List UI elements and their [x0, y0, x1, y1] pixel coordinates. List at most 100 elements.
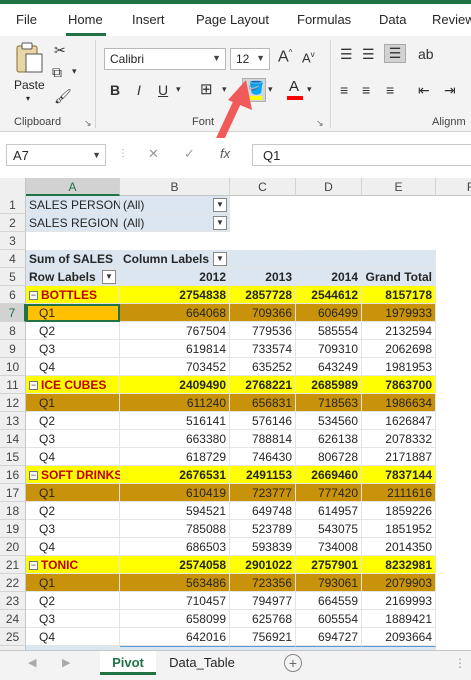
quarter-label[interactable]: Q4 — [26, 448, 120, 466]
category-label[interactable]: − BOTTLES — [26, 286, 120, 304]
quarter-label[interactable]: Q1 — [26, 484, 120, 502]
column-header-b[interactable]: B — [120, 178, 230, 196]
value-cell[interactable]: 767504 — [120, 322, 230, 340]
value-cell[interactable]: 606499 — [296, 304, 362, 322]
enter-icon[interactable]: ✓ — [184, 146, 195, 162]
row-header[interactable]: 11 — [0, 376, 26, 394]
sum-label[interactable]: Sum of SALES — [26, 250, 120, 268]
value-cell[interactable]: 756921 — [230, 628, 296, 646]
quarter-label[interactable]: Q4 — [26, 628, 120, 646]
cancel-icon[interactable]: ✕ — [148, 146, 159, 162]
category-label[interactable]: − ICE CUBES — [26, 376, 120, 394]
value-cell[interactable]: 1986634 — [362, 394, 436, 412]
value-cell[interactable]: 2857728 — [230, 286, 296, 304]
decrease-indent-icon[interactable]: ⇤ — [418, 82, 430, 99]
chevron-down-icon[interactable]: ▾ — [307, 84, 312, 95]
value-cell[interactable]: 723356 — [230, 574, 296, 592]
value-cell[interactable]: 1626847 — [362, 412, 436, 430]
value-cell[interactable]: 734008 — [296, 538, 362, 556]
value-cell[interactable]: 523789 — [230, 520, 296, 538]
value-cell[interactable]: 2669460 — [296, 466, 362, 484]
value-cell[interactable]: 710457 — [120, 592, 230, 610]
value-cell[interactable]: 2757901 — [296, 556, 362, 574]
value-cell[interactable]: 709366 — [230, 304, 296, 322]
row-header[interactable]: 25 — [0, 628, 26, 646]
row-header[interactable]: 12 — [0, 394, 26, 412]
value-cell[interactable]: 605554 — [296, 610, 362, 628]
collapse-icon[interactable]: − — [29, 381, 38, 391]
value-cell[interactable]: 649748 — [230, 502, 296, 520]
align-center-icon[interactable]: ≡ — [362, 82, 370, 98]
sheet-tab-pivot[interactable]: Pivot — [100, 651, 156, 675]
row-header[interactable]: 23 — [0, 592, 26, 610]
row-header[interactable]: 4 — [0, 250, 26, 268]
value-cell[interactable]: 594521 — [120, 502, 230, 520]
add-sheet-icon[interactable]: + — [284, 654, 302, 672]
row-header[interactable]: 15 — [0, 448, 26, 466]
row-header[interactable]: 13 — [0, 412, 26, 430]
dialog-launcher-icon[interactable]: ↘ — [84, 118, 92, 129]
row-header[interactable]: 17 — [0, 484, 26, 502]
value-cell[interactable]: 516141 — [120, 412, 230, 430]
filter-label[interactable]: SALES PERSON — [26, 196, 122, 214]
column-header-f[interactable]: F — [436, 178, 471, 196]
quarter-label[interactable]: Q3 — [26, 520, 120, 538]
value-cell[interactable]: 576146 — [230, 412, 296, 430]
value-cell[interactable]: 2685989 — [296, 376, 362, 394]
value-cell[interactable]: 709310 — [296, 340, 362, 358]
value-cell[interactable]: 664068 — [120, 304, 230, 322]
value-cell[interactable]: 642016 — [120, 628, 230, 646]
tab-formulas[interactable]: Formulas — [297, 12, 351, 27]
quarter-label[interactable]: Q2 — [26, 502, 120, 520]
value-cell[interactable]: 703452 — [120, 358, 230, 376]
name-box[interactable]: A7 ▼ — [6, 144, 106, 166]
next-sheet-icon[interactable]: ▶ — [62, 656, 70, 669]
chevron-down-icon[interactable]: ▾ — [176, 84, 181, 95]
value-cell[interactable]: 534560 — [296, 412, 362, 430]
value-cell[interactable]: 619814 — [120, 340, 230, 358]
tab-data[interactable]: Data — [379, 12, 406, 27]
quarter-label[interactable]: Q3 — [26, 610, 120, 628]
category-label[interactable]: − SOFT DRINKS — [26, 466, 122, 484]
value-cell[interactable]: 2574058 — [120, 556, 230, 574]
year-header[interactable]: 2012 — [120, 268, 230, 286]
row-header[interactable]: 10 — [0, 358, 26, 376]
value-cell[interactable]: 7863700 — [362, 376, 436, 394]
align-left-icon[interactable]: ≡ — [340, 82, 348, 98]
value-cell[interactable]: 626138 — [296, 430, 362, 448]
value-cell[interactable]: 718563 — [296, 394, 362, 412]
row-header[interactable]: 18 — [0, 502, 26, 520]
filter-dropdown-icon[interactable]: ▼ — [213, 216, 227, 230]
value-cell[interactable]: 2544612 — [296, 286, 362, 304]
filter-dropdown-icon[interactable]: ▼ — [213, 198, 227, 212]
orientation-icon[interactable]: ab — [418, 46, 434, 62]
row-header[interactable]: 8 — [0, 322, 26, 340]
value-cell[interactable]: 2409490 — [120, 376, 230, 394]
value-cell[interactable]: 746430 — [230, 448, 296, 466]
tab-insert[interactable]: Insert — [132, 12, 165, 27]
value-cell[interactable]: 8157178 — [362, 286, 436, 304]
quarter-label[interactable]: Q2 — [26, 322, 120, 340]
row-header[interactable]: 3 — [0, 232, 26, 250]
filter-label[interactable]: SALES REGION — [26, 214, 120, 232]
value-cell[interactable]: 658099 — [120, 610, 230, 628]
quarter-label[interactable]: Q4 — [26, 538, 120, 556]
dialog-launcher-icon[interactable]: ↘ — [316, 118, 324, 129]
value-cell[interactable]: 2169993 — [362, 592, 436, 610]
value-cell[interactable]: 635252 — [230, 358, 296, 376]
column-header-d[interactable]: D — [296, 178, 362, 196]
value-cell[interactable]: 1979933 — [362, 304, 436, 322]
formula-input[interactable]: Q1 — [252, 144, 471, 166]
value-cell[interactable]: 2676531 — [120, 466, 230, 484]
font-color-button[interactable]: A — [285, 78, 305, 102]
value-cell[interactable]: 663380 — [120, 430, 230, 448]
value-cell[interactable]: 2171887 — [362, 448, 436, 466]
tab-review[interactable]: Review — [432, 12, 471, 27]
sheet-tab-data-table[interactable]: Data_Table — [160, 651, 244, 675]
chevron-down-icon[interactable]: ▾ — [268, 84, 273, 95]
quarter-label[interactable]: Q1 — [26, 574, 120, 592]
align-bottom-icon[interactable]: ☰ — [384, 44, 406, 63]
row-header[interactable]: 16 — [0, 466, 26, 484]
row-header[interactable]: 2 — [0, 214, 26, 232]
value-cell[interactable]: 686503 — [120, 538, 230, 556]
